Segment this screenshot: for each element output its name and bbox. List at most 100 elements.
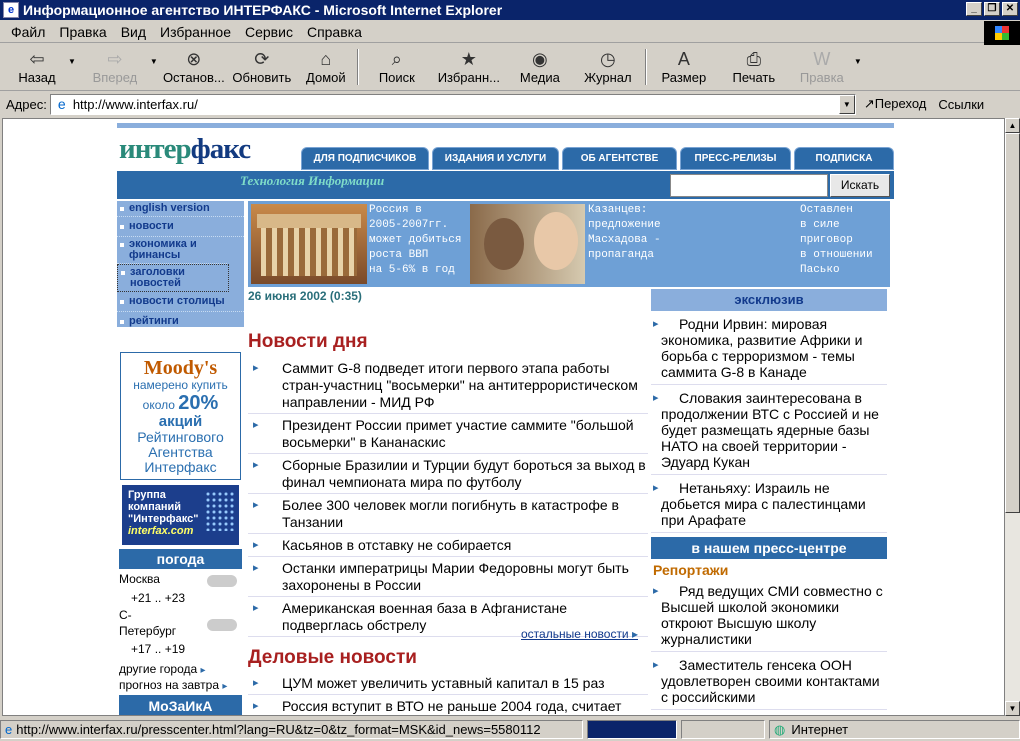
menu-help[interactable]: Справка [300, 24, 369, 40]
search-button[interactable]: ⌕ Поиск [362, 45, 432, 89]
arrow-icon: ▸ [200, 665, 206, 676]
stop-button[interactable]: ⊗ Останов... [162, 45, 226, 89]
stars-decoration [205, 491, 235, 531]
back-dropdown-icon[interactable]: ▼ [68, 57, 76, 66]
refresh-button[interactable]: ⟳ Обновить [226, 45, 298, 89]
news-list: Саммит G-8 подведет итоги первого этапа … [248, 357, 648, 637]
weather-city-spb-line1[interactable]: С- [119, 608, 132, 622]
news-item[interactable]: Более 300 человек могли погибнуть в ката… [248, 494, 648, 534]
news-item[interactable]: Саммит G-8 подведет итоги первого этапа … [248, 357, 648, 414]
page-icon: e [57, 96, 66, 112]
tab-subscription[interactable]: подписка [794, 147, 894, 170]
search-icon: ⌕ [391, 49, 402, 69]
press-item[interactable]: Заместитель генсека ООН удовлетворен сво… [651, 652, 887, 710]
text-size-icon: A [677, 49, 690, 69]
nav-capital-news[interactable]: новости столицы [117, 292, 244, 312]
address-dropdown-icon[interactable]: ▼ [838, 94, 855, 114]
news-of-the-day-title: Новости дня [248, 331, 368, 352]
history-icon: ◷ [599, 49, 616, 69]
news-item[interactable]: Касьянов в отставку не собирается [248, 534, 648, 557]
vertical-scrollbar[interactable]: ▲ ▼ [1005, 118, 1020, 716]
news-item[interactable]: Россия вступит в ВТО не раньше 2004 года… [248, 695, 648, 715]
menu-file[interactable]: Файл [4, 24, 52, 40]
tab-press-releases[interactable]: пресс-релизы [680, 147, 791, 170]
media-icon: ◉ [531, 49, 548, 69]
go-button[interactable]: ↗Переход [864, 96, 927, 112]
headline-banner: Россия в 2005-2007гг. может добиться рос… [248, 201, 890, 287]
nav-news[interactable]: новости [117, 217, 244, 237]
site-search-input[interactable] [670, 174, 828, 197]
tab-publications[interactable]: издания и услуги [432, 147, 559, 170]
page-icon: e [5, 722, 13, 737]
minimize-button[interactable]: _ [966, 2, 982, 16]
history-button[interactable]: ◷ Журнал [574, 45, 642, 89]
cloud-icon [207, 619, 237, 631]
menu-edit[interactable]: Правка [52, 24, 113, 40]
site-tabs: для подписчиков издания и услуги об аген… [301, 147, 894, 170]
weather-city-spb-line2[interactable]: Петербург [119, 624, 176, 638]
edit-icon: W [813, 49, 831, 69]
arrow-icon: ▸ [222, 681, 228, 692]
go-arrow-icon: ↗ [863, 96, 875, 111]
edit-dropdown-icon[interactable]: ▼ [854, 57, 862, 66]
maximize-button[interactable]: ❐ [984, 2, 1000, 16]
address-label: Адрес: [6, 96, 47, 112]
address-input[interactable]: e http://www.interfax.ru/ ▼ [49, 93, 856, 115]
favorites-button[interactable]: ★ Избранн... [432, 45, 506, 89]
tab-subscribers[interactable]: для подписчиков [301, 147, 429, 170]
banner-text-pasko[interactable]: Оставлен в силе приговор в отношении Пас… [800, 203, 873, 278]
exclusive-item[interactable]: Нетаньяху: Израиль не добьется мира с па… [651, 475, 887, 533]
edit-button[interactable]: W Правка [790, 45, 854, 89]
media-button[interactable]: ◉ Медиа [506, 45, 574, 89]
portraits-photo[interactable] [470, 204, 585, 284]
moodys-banner[interactable]: Moody's намерено купить около 20% акций … [120, 352, 241, 480]
ie-icon: e [3, 2, 19, 18]
toolbar-separator [356, 49, 359, 85]
site-search-button[interactable]: Искать [830, 174, 890, 197]
tomorrow-forecast-link[interactable]: прогноз на завтра ▸ [119, 678, 227, 692]
news-item[interactable]: Сборные Бразилии и Турции будут бороться… [248, 454, 648, 494]
press-item[interactable]: Ряд ведущих СМИ совместно с Высшей школо… [651, 578, 887, 652]
back-button[interactable]: ⇦ Назад [6, 45, 68, 89]
nav-english[interactable]: english version [117, 201, 244, 217]
scroll-thumb[interactable] [1005, 133, 1020, 513]
building-photo[interactable] [251, 204, 367, 284]
status-text: e http://www.interfax.ru/presscenter.html… [0, 720, 583, 739]
menu-favorites[interactable]: Избранное [153, 24, 238, 40]
other-cities-link[interactable]: другие города ▸ [119, 662, 206, 676]
tab-about[interactable]: об агентстве [562, 147, 677, 170]
exclusive-item[interactable]: Родни Ирвин: мировая экономика, развитие… [651, 311, 887, 385]
print-button[interactable]: ⎙ Печать [718, 45, 790, 89]
mosaic-title[interactable]: МоЗаИкА [119, 695, 242, 715]
business-news-list: ЦУМ может увеличить уставный капитал в 1… [248, 672, 648, 715]
banner-text-economy[interactable]: Россия в 2005-2007гг. может добиться рос… [369, 203, 461, 278]
news-item[interactable]: Президент России примет участие саммите … [248, 414, 648, 454]
weather-city-moscow[interactable]: Москва [119, 572, 160, 586]
interfax-logo[interactable]: интерфакс [119, 133, 251, 166]
exclusive-item[interactable]: Словакия заинтересована в продолжении ВТ… [651, 385, 887, 475]
text-size-button[interactable]: A Размер [650, 45, 718, 89]
menu-tools[interactable]: Сервис [238, 24, 300, 40]
news-item[interactable]: Останки императрицы Марии Федоровны могу… [248, 557, 648, 597]
nav-headlines[interactable]: заголовки новостей [117, 264, 229, 292]
banner-text-kazantsev[interactable]: Казанцев: предложение Масхадова - пропаг… [588, 203, 661, 263]
group-banner[interactable]: Группа компаний "Интерфакс" interfax.com [122, 485, 239, 545]
printer-icon: ⎙ [746, 49, 762, 69]
links-button[interactable]: Ссылки [938, 97, 984, 112]
more-news-link[interactable]: остальные новости [521, 627, 638, 641]
forward-dropdown-icon[interactable]: ▼ [150, 57, 158, 66]
globe-icon: ◍ [774, 721, 786, 737]
news-item[interactable]: ЦУМ может увеличить уставный капитал в 1… [248, 672, 648, 695]
menu-view[interactable]: Вид [114, 24, 153, 40]
bullet-icon [120, 225, 124, 229]
scroll-up-icon[interactable]: ▲ [1005, 118, 1020, 133]
home-button[interactable]: ⌂ Домой [298, 45, 354, 89]
right-column: эксклюзив Родни Ирвин: мировая экономика… [651, 289, 887, 710]
bullet-icon [120, 243, 124, 247]
forward-button[interactable]: ⇨ Вперед [80, 45, 150, 89]
scroll-down-icon[interactable]: ▼ [1005, 701, 1020, 716]
nav-economy[interactable]: экономика и финансы [117, 237, 227, 264]
browser-window: e Информационное агентство ИНТЕРФАКС - M… [0, 0, 1020, 741]
close-button[interactable]: ✕ [1002, 2, 1018, 16]
window-title: Информационное агентство ИНТЕРФАКС - Mic… [23, 2, 503, 18]
